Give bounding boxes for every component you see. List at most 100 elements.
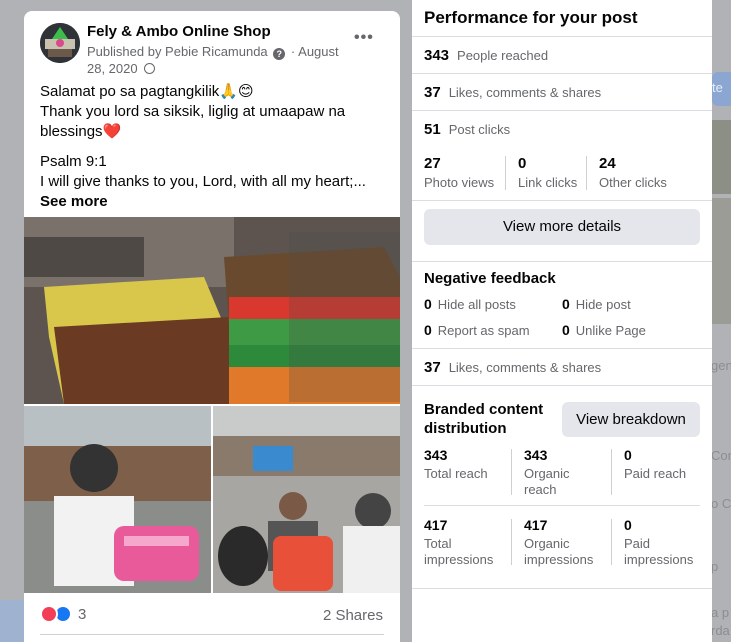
engagement-metric: 37 Likes, comments & shares bbox=[424, 84, 601, 101]
background-text-fragment: rda bbox=[711, 623, 730, 638]
post-meta: Published by Pebie Ricamunda ? · August … bbox=[87, 44, 339, 76]
metric-label: Likes, comments & shares bbox=[448, 360, 602, 375]
divider bbox=[505, 156, 506, 190]
metric-label: Total reach bbox=[424, 466, 488, 481]
post-clicks-metric: 51 Post clicks bbox=[424, 121, 510, 138]
metric-value: 0 bbox=[562, 296, 570, 312]
page-name-link[interactable]: Fely & Ambo Online Shop bbox=[87, 23, 271, 40]
metric-label: Post clicks bbox=[448, 122, 511, 137]
metric-value: 37 bbox=[424, 359, 441, 376]
caption-line: Salamat po sa pagtangkilik🙏😊 bbox=[40, 83, 254, 100]
metric-value: 0 bbox=[424, 322, 432, 338]
metric-label: Organic reach bbox=[524, 466, 570, 497]
divider bbox=[611, 519, 612, 565]
divider bbox=[412, 385, 712, 386]
metric-label: Link clicks bbox=[518, 175, 578, 190]
link-clicks-metric: 0 Link clicks bbox=[518, 155, 577, 190]
background-text-fragment: p bbox=[711, 559, 719, 574]
divider bbox=[412, 73, 712, 74]
caption-line: Psalm 9:1 bbox=[40, 153, 107, 170]
page-avatar[interactable] bbox=[40, 23, 80, 63]
metric-value: 417 bbox=[524, 517, 548, 533]
divider bbox=[412, 348, 712, 349]
background-text-fragment: Con bbox=[711, 448, 731, 463]
metric-value: 0 bbox=[624, 517, 632, 533]
background-image-fragment bbox=[712, 120, 731, 194]
background-text-fragment: o C bbox=[711, 496, 731, 511]
caption-line: I will give thanks to you, Lord, with al… bbox=[40, 173, 366, 190]
engagement-metric-2: 37 Likes, comments & shares bbox=[424, 359, 601, 376]
metric-value: 51 bbox=[424, 121, 441, 138]
reaction-count: 3 bbox=[78, 605, 87, 623]
metric-value: 37 bbox=[424, 84, 441, 101]
metric-value: 24 bbox=[599, 155, 616, 172]
unlike-page-metric: 0 Unlike Page bbox=[562, 322, 646, 338]
metric-label: Hide all posts bbox=[437, 297, 516, 312]
report-spam-metric: 0 Report as spam bbox=[424, 322, 530, 338]
view-breakdown-button[interactable]: View breakdown bbox=[562, 402, 700, 437]
divider bbox=[424, 505, 700, 506]
background-text-fragment: a p bbox=[711, 605, 730, 620]
metric-label: Other clicks bbox=[599, 175, 667, 190]
hide-all-posts-metric: 0 Hide all posts bbox=[424, 296, 516, 312]
divider bbox=[40, 634, 384, 635]
divider bbox=[412, 261, 712, 262]
divider bbox=[412, 588, 712, 589]
post-photo-right[interactable] bbox=[213, 406, 400, 593]
metric-label: Hide post bbox=[575, 297, 631, 312]
caption-line: Thank you lord sa siksik, liglig at umaa… bbox=[40, 103, 346, 140]
total-impressions-metric: 417 Total impressions bbox=[424, 517, 504, 568]
shares-count-link[interactable]: 2 Shares bbox=[323, 607, 383, 624]
total-reach-metric: 343 Total reach bbox=[424, 447, 504, 482]
metric-value: 343 bbox=[424, 47, 450, 64]
branded-content-title: Branded content distribution bbox=[424, 400, 543, 438]
panel-title: Performance for your post bbox=[424, 8, 638, 27]
metric-value: 417 bbox=[424, 517, 448, 533]
divider bbox=[511, 519, 512, 565]
metric-label: Organic impressions bbox=[524, 536, 594, 567]
people-reached-metric: 343 People reached bbox=[424, 47, 548, 64]
metric-label: Report as spam bbox=[437, 323, 530, 338]
metric-value: 343 bbox=[424, 447, 448, 463]
question-icon[interactable]: ? bbox=[273, 48, 286, 60]
metric-value: 0 bbox=[562, 322, 570, 338]
metric-value: 0 bbox=[518, 155, 527, 172]
background-button-fragment: te bbox=[712, 72, 731, 106]
divider bbox=[412, 200, 712, 201]
hide-post-metric: 0 Hide post bbox=[562, 296, 631, 312]
background-image-fragment-2 bbox=[712, 198, 731, 324]
section-title-line: Branded content bbox=[424, 401, 544, 418]
love-reaction-icon bbox=[40, 605, 58, 623]
divider bbox=[611, 449, 612, 495]
metric-value: 0 bbox=[624, 447, 632, 463]
post-card: Fely & Ambo Online Shop Published by Peb… bbox=[24, 11, 400, 642]
more-options-button[interactable]: ••• bbox=[354, 29, 374, 47]
metric-label: Total impressions bbox=[424, 536, 494, 567]
organic-reach-metric: 343 Organic reach bbox=[524, 447, 604, 498]
metric-label: People reached bbox=[457, 48, 549, 63]
post-photo-left[interactable] bbox=[24, 406, 211, 593]
post-insights-panel: Performance for your post 343 People rea… bbox=[412, 0, 712, 642]
view-more-details-button[interactable]: View more details bbox=[424, 209, 700, 245]
post-caption: Salamat po sa pagtangkilik🙏😊 Thank you l… bbox=[40, 82, 385, 212]
other-clicks-metric: 24 Other clicks bbox=[599, 155, 667, 190]
reactions-summary[interactable]: 3 bbox=[40, 605, 86, 623]
photo-views-metric: 27 Photo views bbox=[424, 155, 494, 190]
metric-value: 27 bbox=[424, 155, 441, 172]
negative-feedback-title: Negative feedback bbox=[424, 270, 556, 287]
divider bbox=[412, 110, 712, 111]
metric-label: Likes, comments & shares bbox=[448, 85, 602, 100]
metric-value: 0 bbox=[424, 296, 432, 312]
divider bbox=[586, 156, 587, 190]
metric-label: Paid reach bbox=[624, 466, 687, 481]
paid-reach-metric: 0 Paid reach bbox=[624, 447, 704, 482]
section-title-line: distribution bbox=[424, 420, 507, 437]
published-by: Published by Pebie Ricamunda bbox=[87, 44, 268, 59]
metric-label: Unlike Page bbox=[575, 323, 646, 338]
post-photo-main[interactable] bbox=[24, 217, 400, 404]
background-bar-fragment bbox=[0, 600, 24, 642]
globe-icon bbox=[144, 63, 156, 74]
background-text-fragment: gen bbox=[711, 358, 731, 373]
divider bbox=[511, 449, 512, 495]
see-more-link[interactable]: See more bbox=[40, 192, 385, 212]
